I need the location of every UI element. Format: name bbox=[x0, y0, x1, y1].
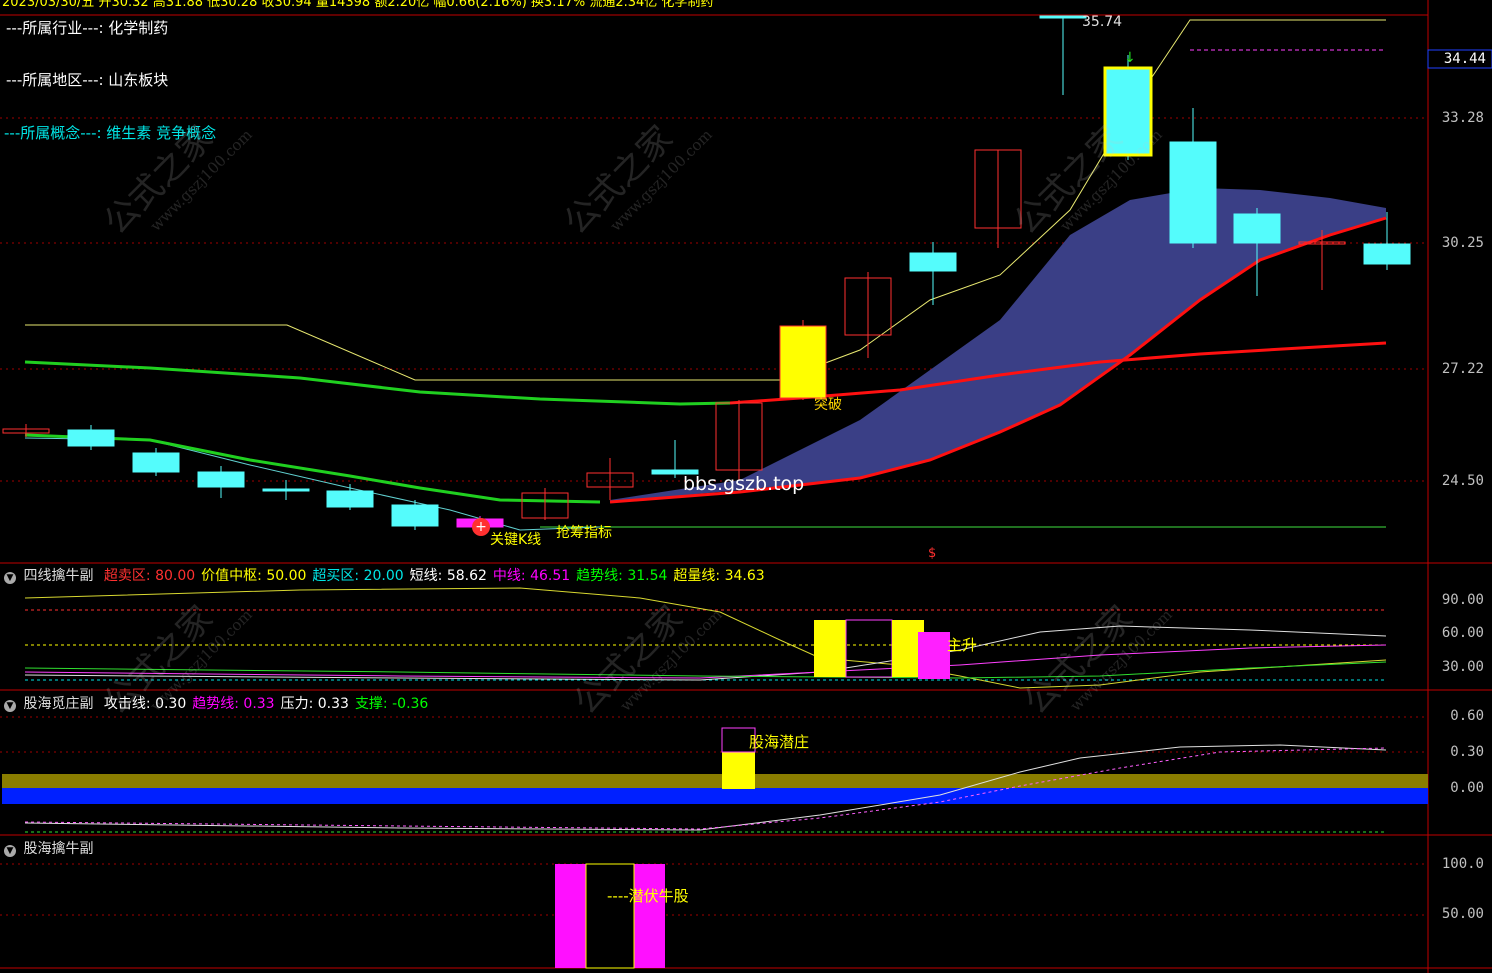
panel1-signal-bars bbox=[814, 619, 950, 679]
down-arrow-icon: ↓ bbox=[1124, 50, 1136, 66]
axis-label-top: 34.44 bbox=[1443, 51, 1486, 67]
indicator-value: 超卖区: 80.00 bbox=[103, 568, 196, 584]
indicator-value: 超买区: 20.00 bbox=[312, 568, 404, 584]
panel1-name[interactable]: 四线擒牛副 bbox=[23, 568, 93, 584]
axis-label-5: 24.50 bbox=[1441, 473, 1484, 489]
panel1-values: 超卖区: 80.00 价值中枢: 50.00 超买区: 20.00 短线: 58.62… bbox=[104, 568, 771, 584]
grab-chip-label: 抢筹指标 bbox=[556, 525, 612, 541]
indicator-value: 中线: 46.51 bbox=[492, 568, 571, 584]
site-watermark: bbs.gszb.top bbox=[683, 473, 805, 495]
panel2-signal-label: 股海潜庄 bbox=[749, 733, 810, 751]
panel3-axis-50: 50.00 bbox=[1441, 906, 1484, 922]
concept-label: ---所属概念---: 维生素 竞争概念 bbox=[4, 122, 216, 143]
candle-body[interactable] bbox=[779, 325, 827, 399]
panel2-axis-030: 0.30 bbox=[1450, 744, 1484, 760]
panel1-green-line bbox=[24, 661, 1387, 679]
indicator-value: 短线: 58.62 bbox=[409, 568, 487, 584]
panel3-signal-inner bbox=[585, 863, 635, 969]
axis-label-2: 33.28 bbox=[1441, 110, 1484, 126]
ma-line-green-upper bbox=[24, 360, 731, 406]
panel2-axis-000: 0.00 bbox=[1450, 780, 1484, 796]
low-marker: $ bbox=[928, 546, 937, 561]
collapse-icon[interactable]: ▼ bbox=[4, 572, 16, 584]
key-kline-label: 关键K线 bbox=[490, 532, 542, 548]
candle-body[interactable] bbox=[1169, 141, 1217, 244]
panel1-signal-label: 主升 bbox=[947, 636, 978, 654]
indicator-value: 超量线: 34.63 bbox=[673, 568, 765, 584]
panel1-axis-30: 30.00 bbox=[1441, 659, 1484, 675]
panel2-zone-lower bbox=[2, 788, 1428, 804]
candle-body[interactable] bbox=[1233, 213, 1281, 244]
candle-body[interactable] bbox=[1103, 66, 1153, 157]
candle-body[interactable] bbox=[1039, 15, 1087, 19]
panel1-magenta-line bbox=[24, 644, 1387, 679]
high-price-label: 35.74 bbox=[1082, 14, 1123, 30]
indicator-value: 攻击线: 0.30 bbox=[103, 696, 187, 712]
header-quote-line: 2023/03/30/五 开30.32 高31.88 低30.28 收30.94… bbox=[2, 0, 714, 10]
indicator-value: 价值中枢: 50.00 bbox=[201, 568, 307, 584]
region-label: ---所属地区---: 山东板块 bbox=[6, 69, 168, 90]
panel3-signal-label: ----潜伏牛股 bbox=[607, 887, 689, 905]
collapse-icon[interactable]: ▼ bbox=[4, 845, 16, 857]
industry-text: ---所属行业---: 化学制药 bbox=[6, 19, 169, 37]
panel2-values: 攻击线: 0.30 趋势线: 0.33 压力: 0.33 支撑: -0.36 bbox=[104, 696, 434, 712]
candle-body[interactable] bbox=[197, 471, 245, 488]
ma-line-cyan bbox=[24, 437, 601, 531]
indicator-value: 趋势线: 31.54 bbox=[576, 568, 668, 584]
panel1-grid bbox=[25, 609, 1386, 681]
candle-body[interactable] bbox=[391, 504, 439, 527]
panel3-name[interactable]: 股海擒牛副 bbox=[23, 841, 93, 857]
axis-label-4: 27.22 bbox=[1441, 361, 1484, 377]
candle-body[interactable] bbox=[1363, 243, 1411, 265]
panel2-signal-bar bbox=[722, 752, 755, 789]
panel1-short-line bbox=[24, 587, 1387, 689]
indicator-value: 支撑: -0.36 bbox=[354, 696, 429, 712]
panel3-axis-100: 100.0 bbox=[1441, 856, 1484, 872]
key-kline-icon: + bbox=[472, 518, 490, 536]
panel2-name[interactable]: 股海觅庄副 bbox=[23, 696, 93, 712]
panel1-axis-60: 60.00 bbox=[1441, 625, 1484, 641]
candle-body[interactable] bbox=[132, 452, 180, 473]
region-text: ---所属地区---: 山东板块 bbox=[6, 71, 169, 89]
candle-body[interactable] bbox=[326, 490, 374, 508]
panel1-axis-90: 90.00 bbox=[1441, 592, 1484, 608]
axis-label-3: 30.25 bbox=[1441, 235, 1484, 251]
panel2-header: ▼ 股海觅庄副 攻击线: 0.30 趋势线: 0.33 压力: 0.33 支撑: -0… bbox=[4, 693, 440, 713]
panel2-axis-060: 0.60 bbox=[1450, 708, 1484, 724]
candle-body[interactable] bbox=[262, 488, 310, 492]
breakout-label: 突破 bbox=[814, 397, 842, 413]
concept-text: ---所属概念---: 维生素 竞争概念 bbox=[4, 124, 217, 142]
collapse-icon[interactable]: ▼ bbox=[4, 700, 16, 712]
industry-label: ---所属行业---: 化学制药 bbox=[6, 17, 168, 38]
panel1-header: ▼ 四线擒牛副 超卖区: 80.00 价值中枢: 50.00 超买区: 20.00 短… bbox=[4, 565, 777, 585]
candle-body[interactable] bbox=[909, 252, 957, 272]
candle-body[interactable] bbox=[67, 429, 115, 447]
panel2-zone-upper bbox=[2, 774, 1428, 788]
indicator-value: 压力: 0.33 bbox=[280, 696, 349, 712]
panel3-header: ▼ 股海擒牛副 bbox=[4, 838, 99, 858]
indicator-value: 趋势线: 0.33 bbox=[192, 696, 275, 712]
